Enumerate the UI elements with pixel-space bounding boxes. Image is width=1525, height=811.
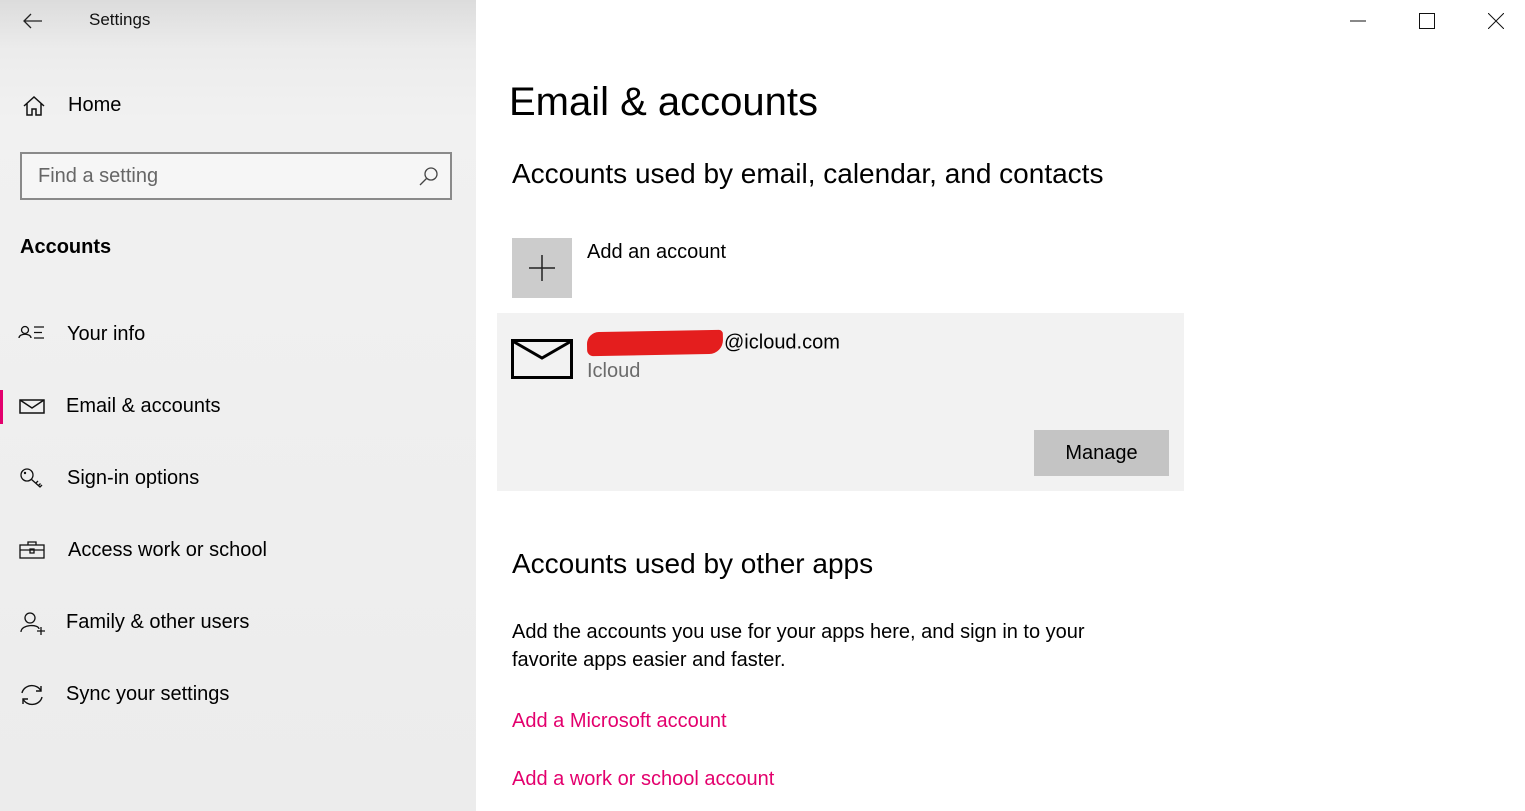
minimize-icon: [1350, 20, 1366, 22]
app-title: Settings: [89, 10, 151, 29]
person-list-icon: [18, 325, 44, 339]
sidebar-item-label: Home: [68, 94, 122, 116]
sidebar-item-label: Sign-in options: [67, 467, 200, 489]
sidebar-item-sign-in-options[interactable]: Sign-in options: [0, 457, 476, 501]
manage-button[interactable]: Manage: [1034, 430, 1169, 476]
add-work-school-account-link[interactable]: Add a work or school account: [512, 768, 774, 791]
back-button[interactable]: [18, 6, 48, 36]
maximize-icon: [1419, 13, 1435, 29]
close-icon: [1488, 13, 1504, 29]
sidebar-item-sync-settings[interactable]: Sync your settings: [0, 673, 476, 717]
sidebar-item-your-info[interactable]: Your info: [0, 313, 476, 357]
key-icon: [20, 468, 43, 488]
section-label: Accounts: [20, 236, 112, 258]
email-section-heading: Accounts used by email, calendar, and co…: [512, 158, 1104, 189]
mail-icon: [19, 399, 45, 414]
sidebar-item-family-other-users[interactable]: Family & other users: [0, 601, 476, 645]
account-provider: Icloud: [587, 360, 641, 382]
sidebar: Settings Home Accounts Your info Email &…: [0, 0, 476, 811]
search-box: [20, 152, 452, 200]
back-arrow-icon: [23, 13, 42, 29]
account-email: @icloud.com: [586, 329, 840, 357]
sidebar-item-label: Family & other users: [66, 611, 250, 633]
add-microsoft-account-link[interactable]: Add a Microsoft account: [512, 710, 727, 733]
briefcase-icon: [19, 541, 45, 559]
plus-icon: [529, 255, 555, 281]
add-account-button[interactable]: [512, 238, 572, 298]
account-item[interactable]: @icloud.com Icloud Manage: [497, 313, 1184, 491]
add-person-icon: [20, 612, 45, 635]
sidebar-item-access-work-school[interactable]: Access work or school: [0, 529, 476, 573]
redaction-mark: [586, 329, 724, 357]
other-apps-section-heading: Accounts used by other apps: [512, 548, 874, 579]
sidebar-item-label: Your info: [67, 323, 146, 345]
page-title: Email & accounts: [509, 80, 819, 124]
close-button[interactable]: [1462, 0, 1525, 42]
mail-icon: [511, 339, 573, 379]
selection-indicator: [0, 390, 3, 424]
sidebar-item-label: Sync your settings: [66, 683, 230, 705]
account-email-suffix: @icloud.com: [724, 331, 840, 354]
other-apps-description: Add the accounts you use for your apps h…: [512, 621, 1085, 671]
sidebar-item-home[interactable]: Home: [0, 86, 476, 126]
search-input[interactable]: [22, 154, 402, 198]
sidebar-item-email-accounts[interactable]: Email & accounts: [0, 385, 476, 429]
minimize-button[interactable]: [1324, 0, 1392, 42]
home-icon: [23, 95, 45, 116]
add-account-label[interactable]: Add an account: [587, 241, 726, 264]
search-icon[interactable]: [418, 165, 440, 187]
maximize-button[interactable]: [1393, 0, 1461, 42]
sync-icon: [21, 684, 43, 706]
sidebar-item-label: Email & accounts: [66, 395, 221, 417]
sidebar-item-label: Access work or school: [68, 539, 267, 561]
